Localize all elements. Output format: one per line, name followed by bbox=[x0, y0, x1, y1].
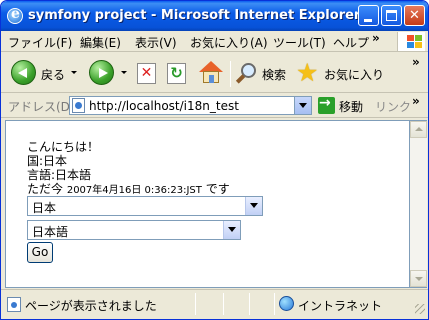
security-zone-text: イントラネット bbox=[298, 299, 383, 313]
go-label[interactable]: 移動 bbox=[339, 98, 363, 115]
status-divider bbox=[195, 293, 196, 315]
page-content: こんにちは！ 国:日本 言語:日本語 ただ今 2007年4月16日 0:36:2… bbox=[5, 120, 410, 288]
status-divider bbox=[274, 293, 275, 315]
address-bar: アドレス(D) http://localhost/i18n_test 移動 リン… bbox=[1, 94, 428, 118]
maximize-icon bbox=[386, 10, 397, 21]
forward-arrow-icon[interactable] bbox=[89, 60, 114, 85]
status-divider bbox=[249, 293, 250, 315]
go-button[interactable]: Go bbox=[27, 242, 53, 263]
address-url[interactable]: http://localhost/i18n_test bbox=[89, 99, 239, 113]
logo-red-pane bbox=[407, 35, 414, 41]
toolbar-separator bbox=[230, 61, 231, 87]
home-door bbox=[209, 75, 214, 83]
page-icon bbox=[7, 297, 21, 312]
vertical-scrollbar[interactable] bbox=[410, 120, 427, 288]
menu-favorites[interactable]: お気に入り(A) bbox=[190, 34, 268, 51]
time-suffix: です bbox=[201, 182, 230, 196]
title-bar[interactable]: symfony project - Microsoft Internet Exp… bbox=[1, 1, 428, 31]
scroll-up-icon[interactable] bbox=[410, 121, 427, 138]
scroll-down-icon[interactable] bbox=[410, 270, 427, 287]
language-select-value: 日本語 bbox=[32, 225, 69, 239]
links-label[interactable]: リンク bbox=[375, 98, 411, 115]
home-icon[interactable] bbox=[199, 61, 223, 85]
status-divider bbox=[223, 293, 224, 315]
ie-logo-icon bbox=[7, 6, 23, 24]
language-select[interactable]: 日本語 bbox=[27, 220, 241, 240]
star-icon[interactable]: ★ bbox=[296, 59, 318, 87]
minimize-button[interactable] bbox=[358, 5, 379, 26]
time-value: 2007年4月16日 0:36:23:JST bbox=[66, 185, 202, 196]
refresh-icon[interactable]: ↻ bbox=[167, 63, 186, 84]
back-arrow-icon[interactable] bbox=[11, 60, 36, 85]
status-text: ページが表示されました bbox=[25, 299, 157, 313]
country-select-value: 日本 bbox=[32, 201, 57, 215]
logo-blue-pane bbox=[407, 42, 414, 48]
globe-icon bbox=[279, 296, 294, 311]
menu-view[interactable]: 表示(V) bbox=[135, 34, 177, 51]
search-handle bbox=[235, 74, 246, 84]
address-input[interactable]: http://localhost/i18n_test bbox=[69, 96, 312, 115]
menu-chevron-icon[interactable]: » bbox=[372, 31, 380, 45]
country-select[interactable]: 日本 bbox=[27, 196, 263, 216]
menu-bar: ファイル(F) 編集(E) 表示(V) お気に入り(A) ツール(T) ヘルプ … bbox=[1, 31, 428, 52]
toolbar-chevron-icon[interactable]: » bbox=[412, 55, 420, 69]
window-title: symfony project - Microsoft Internet Exp… bbox=[28, 8, 361, 23]
menu-help[interactable]: ヘルプ bbox=[333, 34, 369, 51]
minimize-icon bbox=[364, 19, 372, 22]
search-icon[interactable] bbox=[235, 63, 258, 85]
links-chevron-icon[interactable]: » bbox=[412, 94, 420, 108]
search-label[interactable]: 検索 bbox=[262, 66, 286, 83]
back-label[interactable]: 戻る bbox=[41, 66, 65, 83]
maximize-button[interactable] bbox=[381, 5, 402, 26]
forward-dropdown-icon[interactable] bbox=[121, 71, 127, 74]
logo-green-pane bbox=[415, 35, 422, 41]
address-label: アドレス(D) bbox=[8, 100, 75, 114]
go-arrow-icon[interactable] bbox=[318, 95, 335, 114]
browser-window: symfony project - Microsoft Internet Exp… bbox=[0, 0, 429, 320]
close-icon: ✕ bbox=[409, 8, 420, 23]
time-prefix: ただ今 bbox=[27, 182, 67, 196]
menu-file[interactable]: ファイル(F) bbox=[8, 34, 72, 51]
close-button[interactable]: ✕ bbox=[404, 5, 425, 26]
menu-edit[interactable]: 編集(E) bbox=[80, 34, 121, 51]
windows-logo-icon bbox=[397, 32, 425, 51]
standard-toolbar: 戻る ✕ ↻ 検索 ★ お気に入り » bbox=[1, 53, 428, 93]
chevron-down-icon[interactable] bbox=[245, 197, 262, 215]
logo-yellow-pane bbox=[415, 42, 422, 48]
address-dropdown-icon[interactable] bbox=[294, 97, 311, 114]
menu-tools[interactable]: ツール(T) bbox=[273, 34, 326, 51]
time-line: ただ今 2007年4月16日 0:36:23:JST です bbox=[27, 180, 230, 197]
favorites-label[interactable]: お気に入り bbox=[324, 66, 384, 83]
page-icon bbox=[72, 98, 85, 113]
chevron-down-icon[interactable] bbox=[223, 221, 240, 239]
back-dropdown-icon[interactable] bbox=[71, 71, 77, 74]
status-bar: ページが表示されました イントラネット bbox=[1, 289, 428, 319]
resize-grip-icon[interactable] bbox=[415, 304, 425, 314]
stop-icon[interactable]: ✕ bbox=[137, 63, 156, 84]
